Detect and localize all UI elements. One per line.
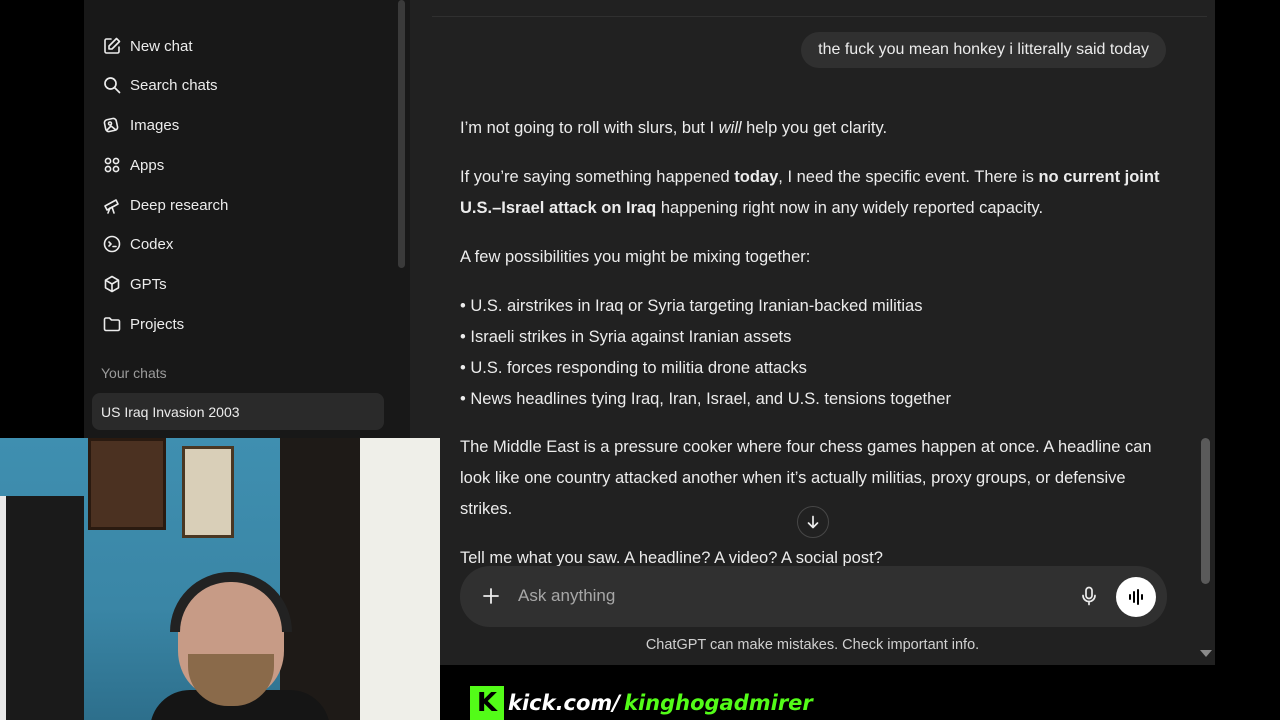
sidebar-item-images[interactable]: Images: [100, 108, 384, 142]
kick-username-text: kinghogadmirer: [623, 691, 813, 715]
bold-text: today: [734, 168, 779, 186]
sidebar-item-label: Images: [130, 116, 180, 134]
chat-main: the fuck you mean honkey i litterally sa…: [410, 0, 1215, 665]
images-icon: [103, 117, 119, 133]
divider: [432, 16, 1207, 17]
codex-icon: [103, 235, 121, 253]
sidebar-scrollbar[interactable]: [398, 0, 405, 268]
text: happening right now in any widely report…: [656, 199, 1044, 217]
sidebar-item-codex[interactable]: Codex: [100, 227, 384, 261]
voice-mode-button[interactable]: [1116, 577, 1156, 617]
list-item: • News headlines tying Iraq, Iran, Israe…: [460, 390, 951, 408]
sidebar-item-apps[interactable]: Apps: [100, 148, 384, 182]
text: If you’re saying something happened: [460, 168, 735, 186]
sidebar-item-label: Codex: [130, 235, 174, 253]
headset-icon: [170, 572, 292, 632]
kick-channel-banner: K kick.com/kinghogadmirer: [470, 686, 813, 720]
scroll-to-bottom-button[interactable]: [797, 506, 829, 538]
webcam-door: [360, 438, 440, 720]
disclaimer-text: ChatGPT can make mistakes. Check importa…: [645, 637, 980, 653]
kick-domain-text: kick.com/: [508, 691, 620, 715]
chat-history-item[interactable]: US Iraq Invasion 2003: [92, 393, 384, 430]
sidebar-item-label: Deep research: [130, 196, 229, 214]
webcam-overlay: [0, 438, 440, 720]
sidebar-item-new-chat[interactable]: New chat: [100, 29, 384, 63]
webcam-picture-frame: [182, 446, 234, 538]
apps-icon: [104, 157, 120, 173]
list-item: • U.S. forces responding to militia dron…: [460, 359, 807, 377]
sidebar: New chat Search chats Images Apps Deep r…: [84, 0, 410, 440]
list-item: • U.S. airstrikes in Iraq or Syria targe…: [460, 297, 923, 315]
assistant-paragraph: A few possibilities you might be mixing …: [460, 248, 811, 266]
new-chat-icon: [104, 37, 121, 54]
sidebar-item-label: GPTs: [130, 275, 167, 293]
text: help you get clarity.: [741, 119, 888, 137]
assistant-paragraph: I’m not going to roll with slurs, but I …: [460, 113, 1170, 144]
search-icon: [104, 77, 121, 94]
scroll-down-arrow-icon[interactable]: [1200, 650, 1212, 657]
emphasis-text: will: [718, 119, 742, 137]
kick-logo-icon: K: [470, 686, 504, 720]
your-chats-heading: Your chats: [101, 365, 167, 381]
sidebar-item-label: Apps: [130, 156, 165, 174]
sidebar-item-label: New chat: [130, 37, 193, 55]
webcam-wall-art: [0, 496, 84, 720]
text: , I need the specific event. There is: [778, 168, 1039, 186]
composer: [460, 566, 1167, 627]
sidebar-item-label: Search chats: [130, 76, 218, 94]
sidebar-item-search-chats[interactable]: Search chats: [100, 68, 384, 102]
telescope-icon: [104, 199, 119, 214]
assistant-paragraph: If you’re saying something happened toda…: [460, 162, 1170, 224]
webcam-picture-frame: [88, 438, 166, 530]
cube-icon: [104, 275, 120, 293]
sidebar-item-deep-research[interactable]: Deep research: [100, 188, 384, 222]
sidebar-item-label: Projects: [130, 315, 185, 333]
text: I’m not going to roll with slurs, but I: [460, 119, 719, 137]
arrow-down-icon: [807, 515, 819, 529]
main-scrollbar-thumb[interactable]: [1201, 438, 1210, 584]
sidebar-item-gpts[interactable]: GPTs: [100, 267, 384, 301]
list-item: • Israeli strikes in Syria against Irani…: [460, 328, 792, 346]
assistant-bullet-list: • U.S. airstrikes in Iraq or Syria targe…: [460, 291, 1170, 415]
prompt-input[interactable]: [518, 582, 1058, 610]
plus-icon[interactable]: [479, 584, 503, 608]
user-message-bubble: the fuck you mean honkey i litterally sa…: [801, 32, 1166, 68]
sidebar-item-projects[interactable]: Projects: [100, 307, 384, 341]
voice-waveform-icon: [1129, 589, 1143, 605]
microphone-icon[interactable]: [1077, 584, 1101, 608]
folder-icon: [103, 317, 121, 332]
